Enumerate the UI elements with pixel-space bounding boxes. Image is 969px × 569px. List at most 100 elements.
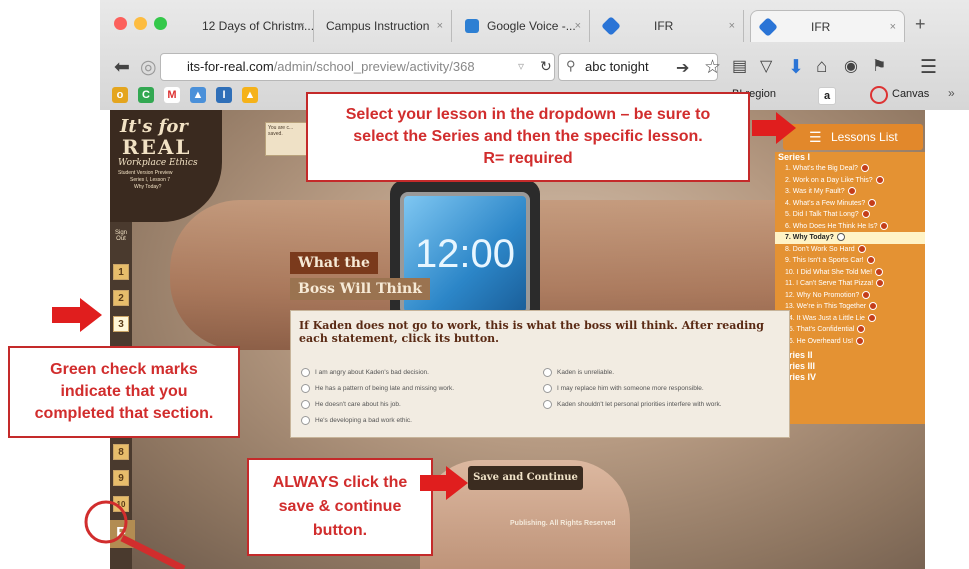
- gmail-icon[interactable]: M: [164, 87, 180, 103]
- lesson-item[interactable]: 8. Don't Work So Hard: [775, 244, 925, 256]
- lesson-item[interactable]: 2. Work on a Day Like This?: [775, 175, 925, 187]
- url-path: /admin/school_preview/activity/368: [273, 59, 475, 74]
- lesson-label: 12. Why No Promotion?: [785, 291, 860, 299]
- logo-line: Workplace Ethics: [118, 158, 198, 168]
- close-tab-icon[interactable]: ×: [575, 20, 581, 32]
- required-icon: [847, 187, 856, 196]
- extension-icon[interactable]: ⚑: [872, 56, 886, 76]
- reload-icon[interactable]: ↻: [540, 58, 552, 75]
- close-tab-icon[interactable]: ×: [299, 20, 305, 32]
- back-arrow-icon[interactable]: ⬅: [114, 56, 130, 79]
- tab-ifr-1[interactable]: IFR ×: [594, 10, 744, 42]
- lesson-label: 6. Who Does He Think He Is?: [785, 222, 878, 230]
- download-icon[interactable]: ⬇: [788, 56, 804, 79]
- bookmark-icon[interactable]: ▲: [242, 87, 258, 103]
- globe-icon: ◎: [140, 57, 157, 78]
- radio-circle[interactable]: [301, 368, 310, 377]
- option-radio[interactable]: He has a pattern of being late and missi…: [301, 384, 454, 393]
- chat-icon[interactable]: ◉: [844, 56, 858, 76]
- option-radio[interactable]: Kaden shouldn't let personal priorities …: [543, 400, 722, 409]
- series-item[interactable]: Series IV: [775, 372, 925, 383]
- url-bar[interactable]: its-for-real.com/admin/school_preview/ac…: [160, 53, 555, 81]
- section-2-button[interactable]: 2: [113, 290, 129, 306]
- option-radio[interactable]: He's developing a bad work ethic.: [301, 416, 412, 425]
- minimize-window-button[interactable]: [134, 17, 147, 30]
- bookmark-canvas[interactable]: Canvas: [892, 88, 929, 100]
- option-radio[interactable]: I am angry about Kaden's bad decision.: [301, 368, 429, 377]
- lesson-item[interactable]: 4. What's a Few Minutes?: [775, 198, 925, 210]
- lesson-item[interactable]: 1. What's the Big Deal?: [775, 163, 925, 175]
- amazon-icon[interactable]: a: [818, 87, 836, 105]
- bookmarks-overflow[interactable]: »: [948, 86, 955, 100]
- callout-line: indicate that you: [60, 383, 188, 400]
- bookmark-icon[interactable]: I: [216, 87, 232, 103]
- lesson-item[interactable]: 7. Why Today?: [775, 232, 925, 244]
- tab-ifr-active[interactable]: IFR ×: [750, 10, 905, 42]
- section-9-button[interactable]: 9: [113, 470, 129, 486]
- lesson-label: 16. He Overheard Us!: [785, 337, 854, 345]
- search-icon: ⚲: [566, 58, 576, 73]
- lesson-item[interactable]: 10. I Did What She Told Me!: [775, 267, 925, 279]
- lesson-item[interactable]: 16. He Overheard Us!: [775, 336, 925, 348]
- radio-circle[interactable]: [301, 416, 310, 425]
- menu-icon[interactable]: ☰: [920, 56, 937, 79]
- lesson-item[interactable]: 11. I Can't Serve That Pizza!: [775, 278, 925, 290]
- logo-line: Why Today?: [134, 184, 162, 190]
- radio-circle[interactable]: [543, 400, 552, 409]
- pocket-icon[interactable]: ▽: [760, 56, 772, 76]
- lesson-item[interactable]: 6. Who Does He Think He Is?: [775, 221, 925, 233]
- section-1-button[interactable]: 1: [113, 264, 129, 280]
- lesson-item[interactable]: 5. Did I Talk That Long?: [775, 209, 925, 221]
- tab-google-voice[interactable]: Google Voice -... ×: [455, 10, 590, 42]
- arrow-right-icon: [752, 112, 796, 144]
- section-8-button[interactable]: 8: [113, 444, 129, 460]
- tab-12-days[interactable]: 12 Days of Christm... ×: [184, 10, 314, 42]
- zoom-window-button[interactable]: [154, 17, 167, 30]
- series-item[interactable]: Series III: [775, 361, 925, 372]
- option-radio[interactable]: Kaden is unreliable.: [543, 368, 614, 377]
- callout-green-check: Green check marks indicate that you comp…: [8, 346, 240, 438]
- lesson-item[interactable]: 13. We're in This Together: [775, 301, 925, 313]
- required-icon: [868, 198, 877, 207]
- lessons-list-label: Lessons List: [831, 130, 898, 144]
- series-item[interactable]: Series II: [775, 350, 925, 361]
- option-radio[interactable]: I may replace him with someone more resp…: [543, 384, 704, 393]
- required-icon: [867, 313, 876, 322]
- sign-out-link[interactable]: Sign Out: [111, 230, 131, 242]
- save-and-continue-button[interactable]: Save and Continue: [468, 466, 583, 490]
- required-icon: [860, 164, 869, 173]
- close-tab-icon[interactable]: ×: [729, 20, 735, 32]
- callout-line: completed that section.: [34, 405, 214, 422]
- option-radio[interactable]: He doesn't care about his job.: [301, 400, 401, 409]
- radio-circle[interactable]: [543, 368, 552, 377]
- bookmark-icon[interactable]: o: [112, 87, 128, 103]
- radio-circle[interactable]: [301, 384, 310, 393]
- search-input[interactable]: abc tonight: [558, 53, 718, 81]
- bookmark-icon[interactable]: ▲: [190, 87, 206, 103]
- home-icon[interactable]: ⌂: [816, 56, 827, 78]
- required-icon: [862, 290, 871, 299]
- bookmark-star-icon[interactable]: ☆: [704, 56, 721, 79]
- close-tab-icon[interactable]: ×: [890, 21, 896, 33]
- lesson-item[interactable]: 15. That's Confidential: [775, 324, 925, 336]
- radio-circle[interactable]: [543, 384, 552, 393]
- lessons-dropdown: Series I 1. What's the Big Deal? 2. Work …: [775, 152, 925, 424]
- lesson-item[interactable]: 9. This Isn't a Sports Car!: [775, 255, 925, 267]
- lesson-label: 10. I Did What She Told Me!: [785, 268, 873, 276]
- tab-campus-instruction[interactable]: Campus Instruction ×: [316, 10, 452, 42]
- lessons-list-button[interactable]: ☰ Lessons List: [783, 124, 923, 150]
- callout-save-continue: ALWAYS click the save & continue button.: [247, 458, 433, 556]
- close-window-button[interactable]: [114, 17, 127, 30]
- lesson-item[interactable]: 12. Why No Promotion?: [775, 290, 925, 302]
- bookmark-icon[interactable]: C: [138, 87, 154, 103]
- lesson-item[interactable]: 14. It Was Just a Little Lie: [775, 313, 925, 325]
- section-3-button[interactable]: 3: [113, 316, 129, 332]
- go-arrow-icon[interactable]: ➔: [676, 58, 689, 78]
- new-tab-button[interactable]: +: [915, 14, 926, 35]
- clipboard-icon[interactable]: ▤: [732, 56, 747, 76]
- radio-circle[interactable]: [301, 400, 310, 409]
- dropdown-arrow-icon[interactable]: ▿: [518, 59, 524, 73]
- series-item[interactable]: Series I: [775, 152, 925, 163]
- close-tab-icon[interactable]: ×: [437, 20, 443, 32]
- lesson-item[interactable]: 3. Was it My Fault?: [775, 186, 925, 198]
